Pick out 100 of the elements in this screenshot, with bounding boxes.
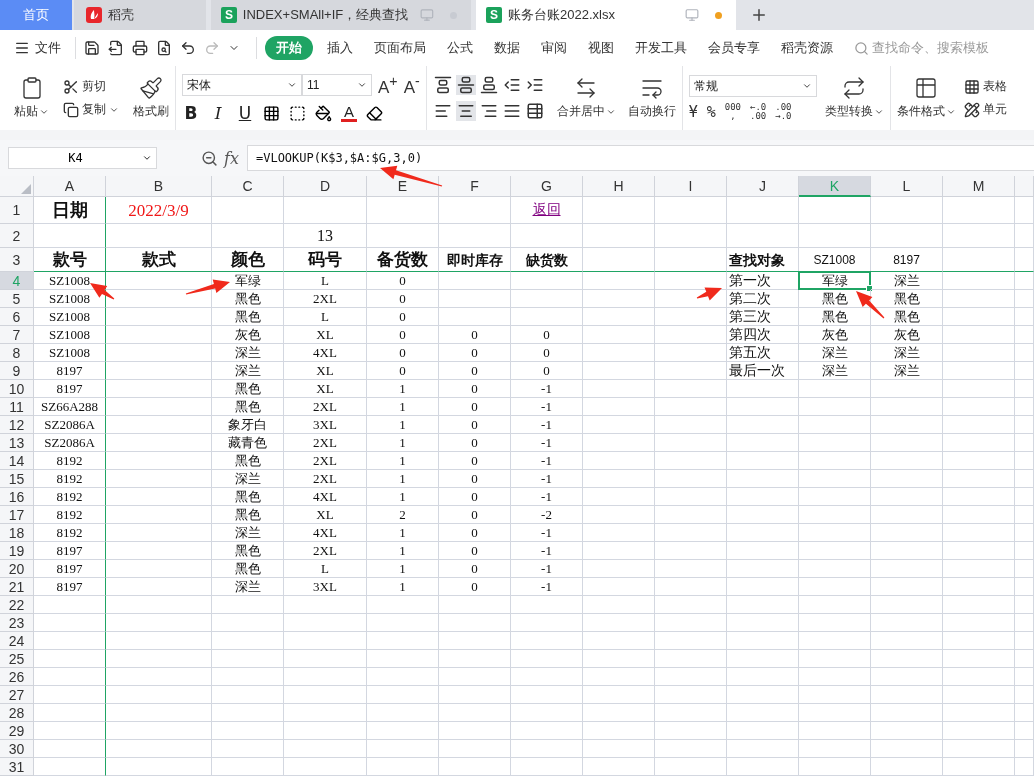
align-top-icon[interactable] — [433, 76, 452, 94]
font-size-field[interactable]: 11 — [302, 74, 372, 96]
name-box[interactable]: K4 — [8, 147, 157, 169]
indent-decrease-icon[interactable] — [502, 76, 521, 94]
column-header[interactable]: I — [655, 176, 727, 197]
fill-color-icon[interactable] — [315, 104, 332, 122]
row-header[interactable]: 15 — [0, 470, 34, 488]
row-header[interactable]: 11 — [0, 398, 34, 416]
row-header[interactable]: 20 — [0, 560, 34, 578]
row-header[interactable]: 26 — [0, 668, 34, 686]
zoom-icon[interactable] — [201, 149, 218, 167]
number-format-button[interactable]: % — [706, 104, 716, 120]
ribbon-tab[interactable]: 审阅 — [541, 39, 567, 57]
fill-handle[interactable] — [866, 285, 873, 292]
ribbon-tab[interactable]: 公式 — [447, 39, 473, 57]
document-tab[interactable]: S 账务台账2022.xlsx — [476, 0, 736, 30]
italic-button[interactable]: I — [209, 103, 227, 124]
copy-button[interactable]: 复制 — [63, 101, 119, 118]
row-header[interactable]: 25 — [0, 650, 34, 668]
ribbon-tab[interactable]: 插入 — [327, 39, 353, 57]
merge-center-button[interactable]: 合并居中 — [556, 76, 616, 120]
align-center-icon[interactable] — [456, 102, 475, 120]
row-header[interactable]: 22 — [0, 596, 34, 614]
distribute-icon[interactable] — [525, 102, 544, 120]
row-header[interactable]: 19 — [0, 542, 34, 560]
align-left-icon[interactable] — [433, 102, 452, 120]
file-menu[interactable]: 文件 — [35, 39, 61, 57]
column-header[interactable]: C — [212, 176, 284, 197]
grow-font-button[interactable]: A$^{+}$ — [378, 72, 398, 98]
formula-field[interactable]: =VLOOKUP(K$3,$A:$G,3,0) — [246, 145, 1034, 171]
column-header[interactable]: J — [727, 176, 799, 197]
export-icon[interactable] — [108, 40, 124, 56]
print-icon[interactable] — [132, 40, 148, 56]
ribbon-tab[interactable]: 页面布局 — [374, 39, 426, 57]
search-icon[interactable] — [854, 40, 869, 56]
ribbon-tab[interactable]: 会员专享 — [708, 39, 760, 57]
document-tab[interactable]: S INDEX+SMAll+IF，经典查找 — [211, 0, 471, 30]
align-right-icon[interactable] — [479, 102, 498, 120]
font-color-button[interactable]: A — [341, 104, 357, 122]
document-tab[interactable]: 稻壳 — [74, 0, 206, 30]
paste-button[interactable]: 粘贴 — [14, 76, 49, 120]
menu-icon[interactable] — [14, 40, 30, 56]
new-tab-icon[interactable] — [750, 6, 768, 24]
row-header[interactable]: 18 — [0, 524, 34, 542]
column-header[interactable]: M — [943, 176, 1015, 197]
row-header[interactable]: 8 — [0, 344, 34, 362]
return-link[interactable]: 返回 — [511, 197, 583, 224]
number-format-button[interactable]: .00 →.0 — [775, 103, 792, 121]
ribbon-tab[interactable]: 视图 — [588, 39, 614, 57]
align-bottom-icon[interactable] — [479, 76, 498, 94]
ribbon-tab[interactable]: 开发工具 — [635, 39, 687, 57]
number-format-button[interactable]: 000 , — [724, 103, 741, 121]
row-header[interactable]: 1 — [0, 197, 34, 224]
row-header[interactable]: 6 — [0, 308, 34, 326]
column-header[interactable]: D — [284, 176, 367, 197]
type-convert-button[interactable]: 类型转换 — [824, 76, 884, 120]
number-format-button[interactable]: ←.0 .00 — [750, 103, 767, 121]
format-painter-button[interactable]: 格式刷 — [133, 76, 169, 120]
column-header[interactable]: E — [367, 176, 439, 197]
row-header[interactable]: 14 — [0, 452, 34, 470]
row-header[interactable]: 10 — [0, 380, 34, 398]
row-header[interactable]: 7 — [0, 326, 34, 344]
ribbon-tab[interactable]: 数据 — [494, 39, 520, 57]
save-icon[interactable] — [84, 40, 100, 56]
row-header[interactable]: 17 — [0, 506, 34, 524]
column-header[interactable]: H — [583, 176, 655, 197]
justify-icon[interactable] — [502, 102, 521, 120]
column-header[interactable]: G — [511, 176, 583, 197]
row-header[interactable]: 2 — [0, 224, 34, 248]
column-header[interactable]: A — [34, 176, 106, 197]
row-header[interactable]: 27 — [0, 686, 34, 704]
row-header[interactable]: 12 — [0, 416, 34, 434]
font-name-field[interactable]: 宋体 — [182, 74, 302, 96]
bold-button[interactable]: B — [182, 103, 200, 124]
row-header[interactable]: 29 — [0, 722, 34, 740]
conditional-format-button[interactable]: 条件格式 — [896, 76, 956, 120]
row-header[interactable]: 5 — [0, 290, 34, 308]
preview-icon[interactable] — [156, 40, 172, 56]
row-header[interactable]: 24 — [0, 632, 34, 650]
cell-fill-icon[interactable] — [289, 104, 306, 122]
cell-style-button[interactable]: 单元 — [963, 101, 1007, 118]
row-header[interactable]: 16 — [0, 488, 34, 506]
shrink-font-button[interactable]: A$^{-}$ — [403, 72, 420, 98]
row-header[interactable]: 3 — [0, 248, 34, 272]
row-header[interactable]: 30 — [0, 740, 34, 758]
cut-button[interactable]: 剪切 — [63, 78, 106, 95]
column-header[interactable]: B — [106, 176, 212, 197]
number-format-button[interactable]: ¥ — [688, 104, 698, 120]
wrap-text-button[interactable]: 自动换行 — [627, 76, 676, 120]
row-header[interactable]: 9 — [0, 362, 34, 380]
row-header[interactable]: 21 — [0, 578, 34, 596]
indent-increase-icon[interactable] — [525, 76, 544, 94]
align-middle-icon[interactable] — [456, 76, 475, 94]
table-style-button[interactable]: 表格 — [963, 78, 1007, 95]
borders-icon[interactable] — [263, 104, 280, 122]
ribbon-tab[interactable]: 稻壳资源 — [781, 39, 833, 57]
row-header[interactable]: 23 — [0, 614, 34, 632]
column-header[interactable]: L — [871, 176, 943, 197]
undo-icon[interactable] — [180, 40, 196, 56]
eraser-icon[interactable] — [366, 104, 383, 122]
